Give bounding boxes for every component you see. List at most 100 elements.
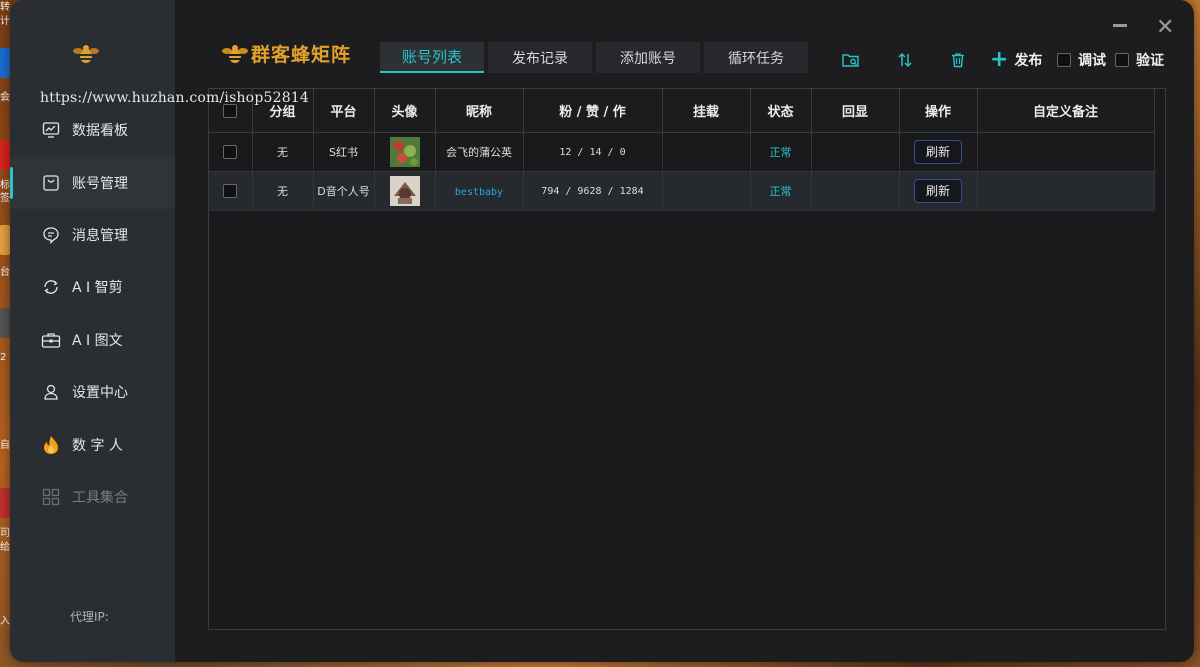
chart-icon xyxy=(41,120,61,140)
sidebar-item-label: A I 智剪 xyxy=(72,280,123,296)
flame-icon xyxy=(41,435,61,455)
sidebar-item-digital-human[interactable]: 数 字 人 xyxy=(10,419,175,471)
sidebar-item-tools[interactable]: 工具集合 xyxy=(10,471,175,523)
cell-avatar xyxy=(374,132,436,172)
trash-icon[interactable] xyxy=(948,50,968,70)
watermark-text: https://www.huzhan.com/ishop52814 xyxy=(40,90,310,106)
chat-icon xyxy=(41,225,61,245)
close-button[interactable]: ✕ xyxy=(1156,17,1174,39)
user-settings-icon xyxy=(41,382,61,402)
bee-logo-icon xyxy=(73,45,99,63)
table-row[interactable]: 无 S红书 会飞的蒲公英 12 / 14 / 0 正常 刷新 xyxy=(209,132,1155,172)
desktop-app-icon[interactable] xyxy=(0,48,10,78)
column-header[interactable]: 操作 xyxy=(899,89,978,133)
desktop-label: 转 xyxy=(0,2,10,13)
sidebar-item-label: 数据看板 xyxy=(72,123,128,139)
account-table: 分组 平台 头像 昵称 粉 / 赞 / 作 挂载 状态 回显 操作 自定义备注 … xyxy=(208,88,1166,630)
cell-echo xyxy=(811,132,900,172)
cell-note[interactable] xyxy=(977,132,1155,172)
cell-group: 无 xyxy=(252,132,314,172)
debug-checkbox[interactable] xyxy=(1057,53,1071,67)
desktop-label: 给 xyxy=(0,542,10,553)
column-header[interactable]: 状态 xyxy=(750,89,812,133)
verify-checkbox[interactable] xyxy=(1115,53,1129,67)
desktop-app-icon[interactable] xyxy=(0,225,10,255)
cell-platform: S红书 xyxy=(313,132,375,172)
cell-action: 刷新 xyxy=(899,132,978,172)
verify-toggle[interactable]: 验证 xyxy=(1115,50,1164,70)
sidebar-item-label: 数 字 人 xyxy=(72,438,123,454)
desktop-label: 会 xyxy=(0,92,10,103)
desktop-app-icon[interactable] xyxy=(0,140,10,170)
bag-icon xyxy=(41,173,61,193)
sidebar-item-account-management[interactable]: 账号管理 xyxy=(10,157,175,209)
bee-logo-icon xyxy=(222,44,248,63)
cell-action: 刷新 xyxy=(899,171,978,211)
nickname-link[interactable]: bestbaby xyxy=(455,187,503,198)
sidebar-item-ai-image-text[interactable]: A I 图文 xyxy=(10,314,175,366)
desktop-label: 台 xyxy=(0,267,10,278)
sort-icon[interactable] xyxy=(895,50,915,70)
row-checkbox[interactable] xyxy=(223,184,238,198)
minimize-button[interactable] xyxy=(1113,24,1127,27)
plus-icon: + xyxy=(990,47,1009,72)
row-checkbox[interactable] xyxy=(223,145,238,159)
cell-note[interactable] xyxy=(977,171,1155,211)
cell-stats: 12 / 14 / 0 xyxy=(523,132,663,172)
refresh-gear-icon xyxy=(41,277,61,297)
cell-status: 正常 xyxy=(750,132,812,172)
debug-toggle[interactable]: 调试 xyxy=(1057,50,1106,70)
desktop-app-icon[interactable] xyxy=(0,488,10,518)
refresh-button[interactable]: 刷新 xyxy=(914,140,962,164)
sidebar-item-ai-clip[interactable]: A I 智剪 xyxy=(10,261,175,313)
cell-mount xyxy=(662,132,751,172)
brand: 群客蜂矩阵 xyxy=(222,40,351,67)
cell-status: 正常 xyxy=(750,171,812,211)
sidebar-item-settings[interactable]: 设置中心 xyxy=(10,366,175,418)
desktop-app-icon[interactable] xyxy=(0,308,10,338)
desktop-label: 2 xyxy=(0,352,7,363)
desktop-label: 标 xyxy=(0,180,10,191)
brand-name: 群客蜂矩阵 xyxy=(251,44,352,66)
tab-bar: 账号列表 发布记录 添加账号 循环任务 xyxy=(380,42,812,73)
cell-mount xyxy=(662,171,751,211)
publish-button[interactable]: + 发布 xyxy=(990,47,1043,72)
debug-label: 调试 xyxy=(1078,53,1106,69)
column-header[interactable]: 头像 xyxy=(374,89,436,133)
column-header[interactable]: 挂载 xyxy=(662,89,751,133)
sidebar-item-messages[interactable]: 消息管理 xyxy=(10,209,175,261)
cell-avatar xyxy=(374,171,436,211)
folder-search-icon[interactable] xyxy=(841,50,861,70)
column-header[interactable]: 平台 xyxy=(313,89,375,133)
column-header[interactable]: 回显 xyxy=(811,89,900,133)
column-header[interactable]: 粉 / 赞 / 作 xyxy=(523,89,663,133)
grid-icon xyxy=(41,487,61,507)
cell-stats: 794 / 9628 / 1284 xyxy=(523,171,663,211)
desktop-label: 司 xyxy=(0,528,10,539)
desktop-label: 入 xyxy=(0,616,10,627)
tab-add-account[interactable]: 添加账号 xyxy=(596,42,700,73)
publish-label: 发布 xyxy=(1014,53,1043,69)
cell-platform: D音个人号 xyxy=(313,171,375,211)
proxy-ip-label: 代理IP: xyxy=(70,610,109,624)
column-header[interactable]: 自定义备注 xyxy=(977,89,1155,133)
desktop-label: 自 xyxy=(0,440,10,451)
refresh-button[interactable]: 刷新 xyxy=(914,179,962,203)
sidebar-item-label: 账号管理 xyxy=(72,176,128,192)
table-row[interactable]: 无 D音个人号 bestbaby 794 / 9628 / 1284 正常 刷新 xyxy=(209,171,1155,211)
sidebar-item-label: A I 图文 xyxy=(72,333,123,349)
tab-loop-tasks[interactable]: 循环任务 xyxy=(704,42,808,73)
desktop-label: 计 xyxy=(0,16,10,27)
column-header[interactable]: 昵称 xyxy=(435,89,524,133)
cell-nickname: 会飞的蒲公英 xyxy=(435,132,524,172)
tab-publish-records[interactable]: 发布记录 xyxy=(488,42,592,73)
sidebar-item-label: 设置中心 xyxy=(72,385,128,401)
desktop-label: 签 xyxy=(0,193,10,204)
sidebar-item-dashboard[interactable]: 数据看板 xyxy=(10,104,175,156)
avatar xyxy=(389,176,420,206)
sidebar-item-label: 工具集合 xyxy=(72,490,128,506)
tab-account-list[interactable]: 账号列表 xyxy=(380,42,484,73)
verify-label: 验证 xyxy=(1136,53,1164,69)
avatar xyxy=(389,137,420,167)
briefcase-icon xyxy=(41,330,61,350)
